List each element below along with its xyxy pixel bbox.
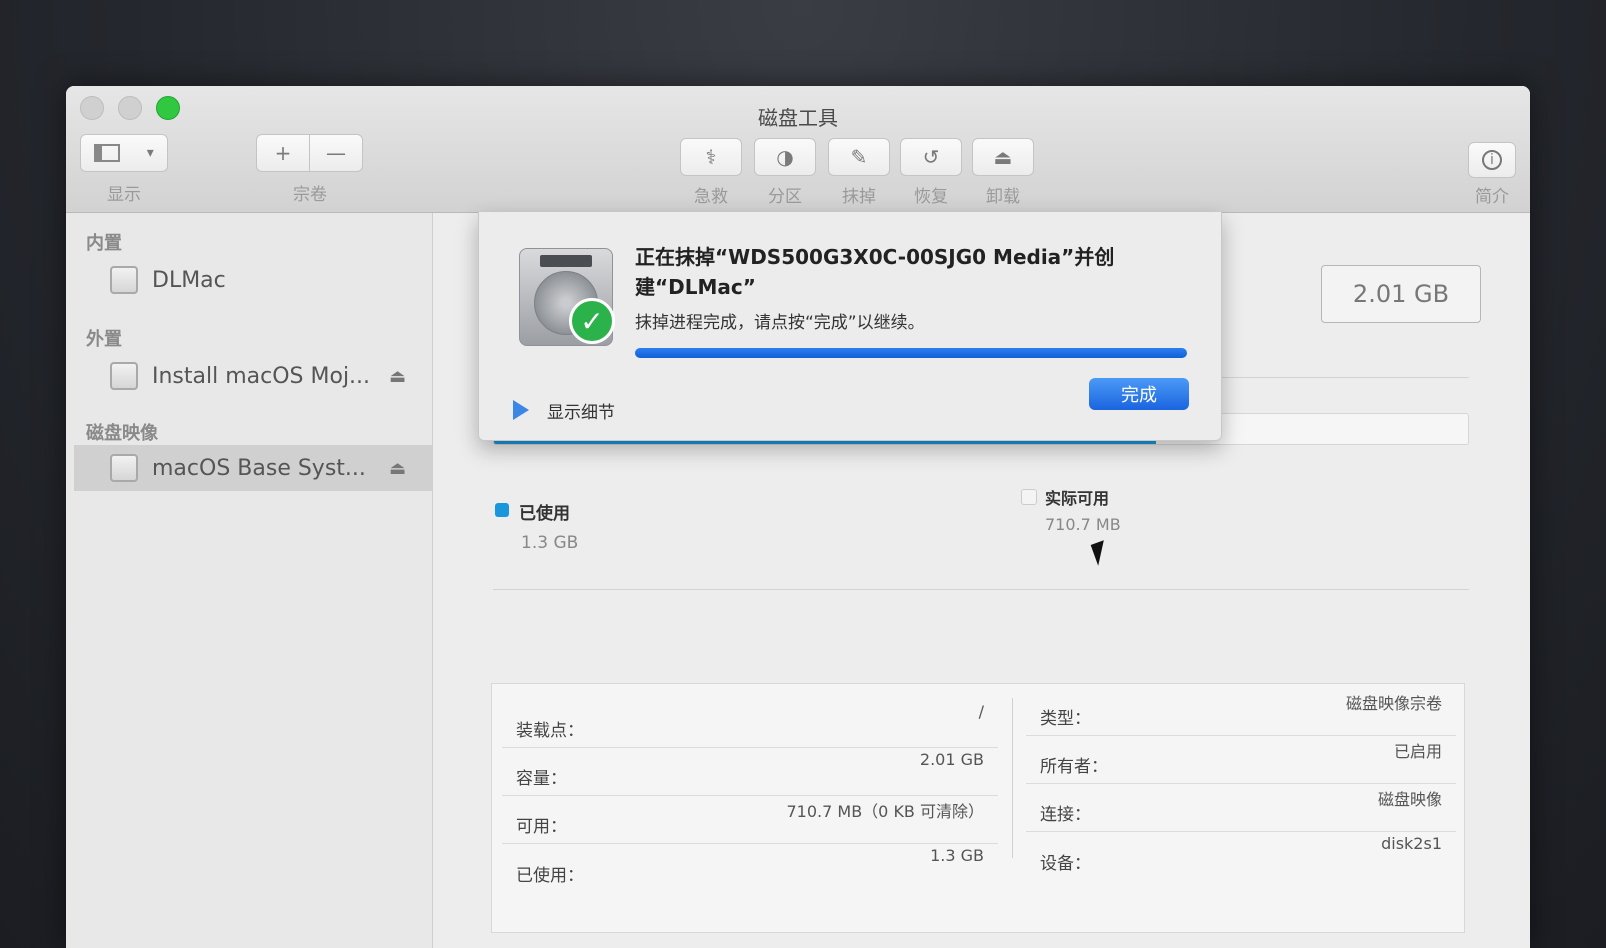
disclosure-triangle-icon[interactable] bbox=[513, 400, 529, 420]
capacity-box: 2.01 GB bbox=[1321, 265, 1481, 323]
partition-button[interactable]: ◑ bbox=[754, 138, 816, 176]
unmount-icon: ⏏ bbox=[993, 145, 1013, 169]
stethoscope-icon: ⚕ bbox=[705, 145, 717, 169]
partition-pie-icon: ◑ bbox=[776, 145, 794, 169]
sidebar-section-disk-images: 磁盘映像 bbox=[86, 423, 158, 444]
drive-label-strip bbox=[540, 255, 592, 267]
first-aid-label: 急救 bbox=[694, 187, 728, 207]
view-label: 显示 bbox=[107, 185, 141, 205]
volume-label: 宗卷 bbox=[293, 185, 327, 205]
available-legend-value: 710.7 MB bbox=[1045, 515, 1121, 534]
minus-icon: — bbox=[326, 141, 346, 165]
info-row-owners: 所有者： 已启用 bbox=[1026, 736, 1456, 784]
unmount-button[interactable]: ⏏ bbox=[972, 138, 1034, 176]
window-title: 磁盘工具 bbox=[758, 106, 838, 130]
info-icon: i bbox=[1482, 150, 1502, 170]
sidebar-section-external: 外置 bbox=[86, 329, 122, 350]
titlebar: 磁盘工具 ▾ 显示 + — 宗卷 ⚕ 急救 ◑ 分区 ✎ 抹掉 ↺ 恢复 ⏏ 卸… bbox=[66, 86, 1530, 213]
erase-progress-sheet: ✓ 正在抹掉“WDS500G3X0C-00SJG0 Media”并创建“DLMa… bbox=[478, 212, 1222, 441]
info-row-available: 可用： 710.7 MB（0 KB 可清除） bbox=[502, 796, 998, 844]
show-details-label[interactable]: 显示细节 bbox=[547, 398, 615, 423]
erase-pencil-icon: ✎ bbox=[850, 145, 868, 169]
eject-icon[interactable]: ⏏ bbox=[389, 366, 406, 387]
info-button[interactable]: i bbox=[1468, 142, 1516, 178]
info-row-type: 类型： 磁盘映像宗卷 bbox=[1026, 688, 1456, 736]
restore-label: 恢复 bbox=[914, 187, 948, 207]
divider bbox=[493, 589, 1469, 590]
sidebar-item-label: Install macOS Moj... bbox=[152, 363, 371, 389]
info-row-device: 设备： disk2s1 bbox=[1040, 834, 1442, 874]
erase-progress-bar bbox=[635, 348, 1187, 358]
restore-button[interactable]: ↺ bbox=[900, 138, 962, 176]
disk-image-icon bbox=[110, 454, 138, 482]
done-button[interactable]: 完成 bbox=[1089, 378, 1189, 410]
remove-volume-button[interactable]: — bbox=[309, 134, 363, 172]
erase-button[interactable]: ✎ bbox=[828, 138, 890, 176]
available-legend-label: 实际可用 bbox=[1045, 489, 1110, 508]
info-label: 简介 bbox=[1475, 187, 1509, 207]
info-table: 装载点： / 容量： 2.01 GB 可用： 710.7 MB（0 KB 可清除… bbox=[491, 683, 1465, 933]
partition-label: 分区 bbox=[768, 187, 802, 207]
disk-utility-window: 磁盘工具 ▾ 显示 + — 宗卷 ⚕ 急救 ◑ 分区 ✎ 抹掉 ↺ 恢复 ⏏ 卸… bbox=[66, 86, 1530, 948]
external-disk-icon bbox=[110, 362, 138, 390]
info-row-mount-point: 装载点： / bbox=[502, 700, 998, 748]
sheet-message: 抹掉进程完成，请点按“完成”以继续。 bbox=[635, 313, 925, 333]
unmount-label: 卸载 bbox=[986, 187, 1020, 207]
add-volume-button[interactable]: + bbox=[256, 134, 310, 172]
restore-arrow-icon: ↺ bbox=[922, 145, 940, 169]
erase-label: 抹掉 bbox=[842, 187, 876, 207]
first-aid-button[interactable]: ⚕ bbox=[680, 138, 742, 176]
info-row-capacity: 容量： 2.01 GB bbox=[502, 748, 998, 796]
used-legend-label: 已使用 bbox=[519, 504, 570, 524]
info-row-connection: 连接： 磁盘映像 bbox=[1026, 784, 1456, 832]
info-row-used: 已使用： 1.3 GB bbox=[516, 846, 984, 886]
column-separator bbox=[1012, 698, 1013, 858]
view-button[interactable]: ▾ bbox=[80, 134, 168, 172]
sheet-title: 正在抹掉“WDS500G3X0C-00SJG0 Media”并创建“DLMac” bbox=[635, 245, 1115, 299]
sidebar-item-macos-base-system[interactable]: macOS Base Syst... ⏏ bbox=[74, 445, 432, 491]
sidebar-item-dlmac[interactable]: DLMac bbox=[74, 257, 432, 303]
sidebar: 内置 DLMac 外置 Install macOS Moj... ⏏ 磁盘映像 … bbox=[66, 213, 433, 948]
sidebar-section-internal: 内置 bbox=[86, 233, 122, 254]
checkmark-icon: ✓ bbox=[569, 298, 615, 344]
erase-progress-fill bbox=[635, 348, 1187, 358]
internal-disk-icon bbox=[110, 266, 138, 294]
sidebar-item-label: macOS Base Syst... bbox=[152, 455, 366, 481]
sidebar-item-label: DLMac bbox=[152, 267, 226, 293]
used-legend-swatch bbox=[495, 503, 509, 517]
used-legend-value: 1.3 GB bbox=[521, 533, 579, 553]
plus-icon: + bbox=[274, 141, 292, 165]
chevron-down-icon: ▾ bbox=[146, 145, 154, 161]
sidebar-item-install-macos[interactable]: Install macOS Moj... ⏏ bbox=[74, 353, 432, 399]
available-legend-swatch bbox=[1021, 489, 1037, 505]
eject-icon[interactable]: ⏏ bbox=[389, 458, 406, 479]
sidebar-toggle-icon bbox=[94, 144, 121, 162]
